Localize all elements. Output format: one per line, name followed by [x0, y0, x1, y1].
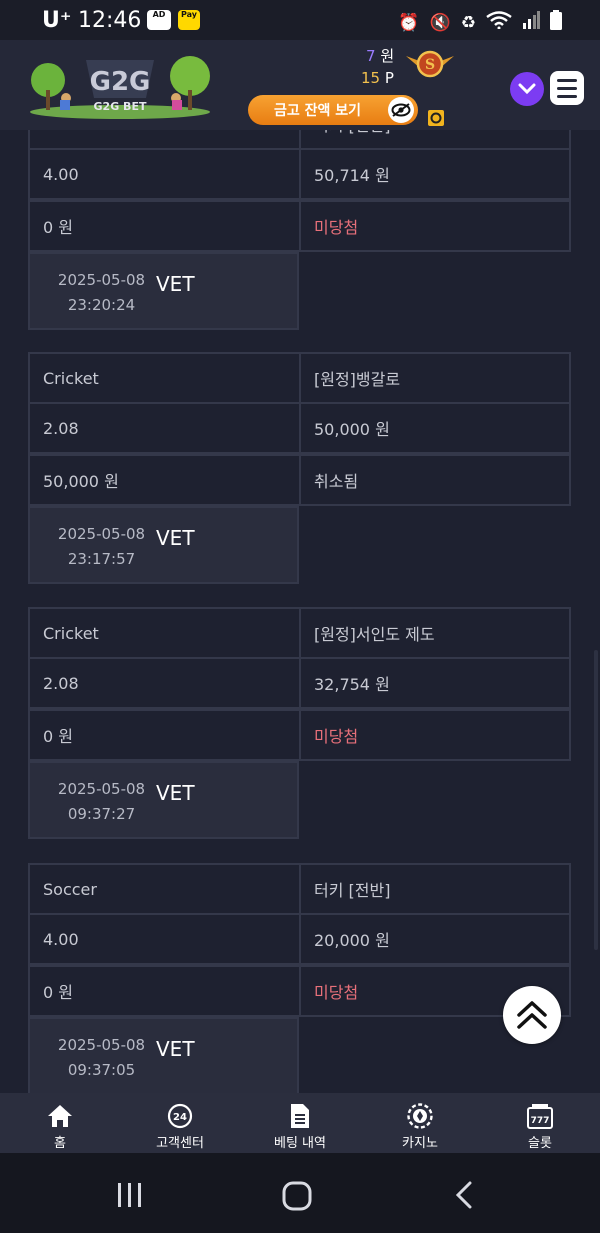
nav-slot-label: 슬롯 — [528, 1136, 552, 1151]
site-header: G2G G2G BET 7 원 15 P S 금고 잔액 보기 — [0, 40, 600, 130]
point-value: 15 — [361, 69, 381, 87]
support-24-icon: 24 — [167, 1103, 193, 1129]
coin-icon[interactable] — [427, 109, 445, 127]
chevron-down-icon — [518, 83, 536, 95]
svg-text:G2G BET: G2G BET — [94, 100, 147, 113]
eye-hidden-icon[interactable] — [388, 97, 414, 123]
wifi-icon — [486, 11, 512, 34]
scrollbar[interactable] — [594, 650, 598, 950]
dropdown-toggle-button[interactable] — [510, 72, 544, 106]
bet-win-amount: 50,000 원 — [299, 402, 571, 454]
svg-text:S: S — [425, 57, 435, 73]
bet-odds: 4.00 — [28, 148, 301, 200]
home-circle-icon[interactable] — [281, 1180, 313, 1212]
bet-sport: Soccer — [28, 863, 301, 915]
vault-balance-button[interactable]: 금고 잔액 보기 — [248, 95, 418, 125]
nav-support[interactable]: 24 고객센터 — [120, 1093, 240, 1153]
home-icon — [48, 1105, 72, 1127]
pay-badge-icon: Pay — [178, 10, 200, 30]
bet-amount: 0 원 — [28, 200, 301, 252]
bet-sport: Cricket — [28, 607, 301, 659]
bet-date: 2025-05-08 — [57, 271, 146, 289]
nav-slot[interactable]: 777 슬롯 — [480, 1093, 600, 1153]
point-balance: 15 P — [361, 69, 394, 87]
system-nav-bar — [0, 1153, 600, 1233]
ad-badge-icon: AD — [147, 10, 171, 30]
nav-casino-label: 카지노 — [402, 1136, 438, 1151]
bet-time: 09:37:27 — [67, 805, 136, 823]
svg-text:777: 777 — [531, 1116, 550, 1126]
point-unit: P — [384, 69, 394, 87]
status-bar: U⁺ 12:46 AD Pay ⏰ 🔇 ♻ — [0, 0, 600, 40]
hamburger-menu-button[interactable] — [550, 71, 584, 105]
bet-datetime: 2025-05-08 09:37:27 VET — [28, 761, 299, 839]
nav-bet-history-label: 베팅 내역 — [274, 1136, 326, 1151]
bet-amount: 50,000 원 — [28, 454, 301, 506]
back-icon[interactable] — [454, 1181, 474, 1209]
bet-tag: VET — [156, 781, 195, 805]
bet-sport: Soccer — [28, 130, 301, 150]
bet-date: 2025-05-08 — [57, 1036, 146, 1054]
nav-home[interactable]: 홈 — [0, 1093, 120, 1153]
money-unit: 원 — [380, 47, 395, 65]
bet-sport: Cricket — [28, 352, 301, 404]
nav-bet-history[interactable]: 베팅 내역 — [240, 1093, 360, 1153]
bet-odds: 4.00 — [28, 913, 301, 965]
bet-pick: [원정]서인도 제도 — [299, 607, 571, 659]
bet-pick: 터키 [전반] — [299, 863, 571, 915]
nav-casino[interactable]: 카지노 — [360, 1093, 480, 1153]
bet-datetime: 2025-05-08 09:37:05 VET — [28, 1017, 299, 1093]
alarm-icon: ⏰ — [398, 12, 420, 33]
nav-support-label: 고객센터 — [156, 1136, 204, 1151]
svg-text:G2G: G2G — [90, 67, 151, 97]
bet-win-amount: 20,000 원 — [299, 913, 571, 965]
bet-win-amount: 50,714 원 — [299, 148, 571, 200]
s-rank-emblem-icon: S — [404, 48, 456, 80]
bet-date: 2025-05-08 — [57, 525, 146, 543]
svg-text:24: 24 — [173, 1112, 187, 1123]
bet-win-amount: 32,754 원 — [299, 657, 571, 709]
bet-datetime: 2025-05-08 23:20:24 VET — [28, 252, 299, 330]
bet-odds: 2.08 — [28, 657, 301, 709]
bottom-nav: 홈 24 고객센터 베팅 내역 카지노 777 슬롯 — [0, 1093, 600, 1153]
mute-icon: 🔇 — [429, 12, 451, 33]
bet-tag: VET — [156, 526, 195, 550]
bet-result: 취소됨 — [299, 454, 571, 506]
bet-pick: [원정]뱅갈로 — [299, 352, 571, 404]
money-value: 7 — [366, 47, 376, 65]
carrier-label: U⁺ — [42, 8, 72, 33]
scroll-to-top-button[interactable] — [503, 986, 561, 1044]
nav-home-label: 홈 — [54, 1136, 66, 1151]
bet-amount: 0 원 — [28, 965, 301, 1017]
bet-result: 미당첨 — [299, 709, 571, 761]
signal-icon — [522, 11, 540, 34]
recent-apps-icon[interactable] — [116, 1181, 144, 1209]
document-icon — [291, 1104, 309, 1128]
bet-time: 09:37:05 — [67, 1061, 136, 1079]
bet-datetime: 2025-05-08 23:17:57 VET — [28, 506, 299, 584]
double-chevron-up-icon — [517, 1001, 547, 1029]
bet-tag: VET — [156, 272, 195, 296]
battery-icon — [550, 10, 562, 35]
bet-history-list: Soccer 터키 [전반] 4.00 50,714 원 0 원 미당첨 202… — [0, 130, 600, 1093]
vault-balance-label: 금고 잔액 보기 — [274, 103, 362, 119]
bet-tag: VET — [156, 1037, 195, 1061]
bet-amount: 0 원 — [28, 709, 301, 761]
money-balance: 7 원 — [366, 45, 394, 66]
bet-time: 23:20:24 — [67, 296, 136, 314]
g2g-bet-logo[interactable]: G2G G2G BET — [26, 50, 214, 120]
bet-date: 2025-05-08 — [57, 780, 146, 798]
slot-machine-icon: 777 — [527, 1104, 553, 1129]
bet-pick: 터키 [전반] — [299, 130, 571, 150]
recycle-icon: ♻ — [460, 12, 476, 33]
casino-chip-icon — [407, 1103, 433, 1129]
status-time: 12:46 — [78, 8, 142, 33]
bet-result: 미당첨 — [299, 200, 571, 252]
bet-time: 23:17:57 — [67, 550, 136, 568]
bet-odds: 2.08 — [28, 402, 301, 454]
